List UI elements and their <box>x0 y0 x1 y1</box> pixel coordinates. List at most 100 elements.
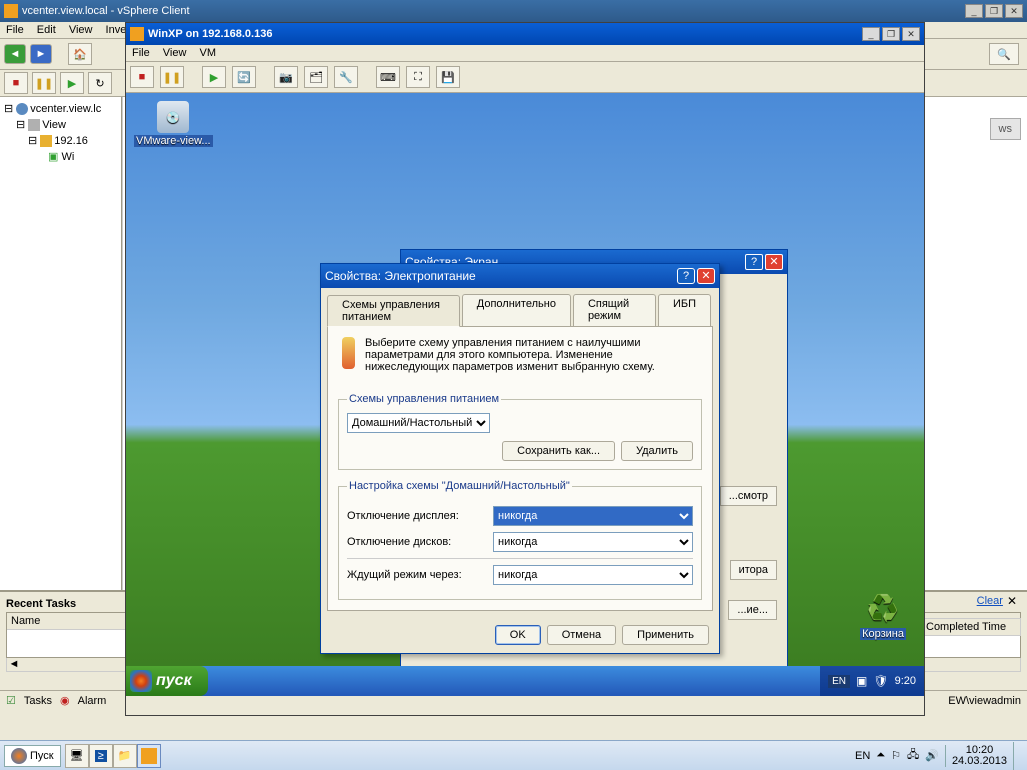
host-clock-time[interactable]: 10:20 <box>952 745 1007 756</box>
vm-play-button[interactable]: ▶ <box>60 72 84 94</box>
tree-vcenter[interactable]: vcenter.view.lc <box>30 103 101 115</box>
tray-network-icon[interactable]: 🖧 <box>907 746 919 765</box>
vm-menu-vm[interactable]: VM <box>200 47 217 59</box>
vm-close-button[interactable]: ✕ <box>902 27 920 41</box>
console-floppy-icon[interactable]: 💾 <box>436 66 460 88</box>
display-close-button[interactable]: ✕ <box>765 254 783 270</box>
main-close-button[interactable]: ✕ <box>1005 4 1023 18</box>
delete-button[interactable]: Удалить <box>621 441 693 461</box>
console-revert-icon[interactable]: 🔧 <box>334 66 358 88</box>
display-help-button[interactable]: ? <box>745 254 763 270</box>
display-settings-button[interactable]: ...ие... <box>728 600 777 620</box>
display-preview-button[interactable]: ...смотр <box>720 486 777 506</box>
recycle-bin-label: Корзина <box>860 628 906 640</box>
vm-reset-button[interactable]: ↻ <box>88 72 112 94</box>
schemes-legend: Схемы управления питанием <box>347 393 501 405</box>
vm-menubar: File View VM <box>126 45 924 62</box>
desktop-icon-label: VMware-view... <box>134 135 213 147</box>
apply-button[interactable]: Применить <box>622 625 709 645</box>
console-reset-icon[interactable]: 🔄 <box>232 66 256 88</box>
search-input[interactable]: 🔍 <box>989 43 1019 65</box>
vm-console-window: WinXP on 192.168.0.136 _ ❐ ✕ File View V… <box>125 22 925 716</box>
tray-sound-icon[interactable]: 🔊 <box>925 749 939 762</box>
vm-menu-file[interactable]: File <box>132 47 150 59</box>
tab-stub[interactable]: ws <box>990 118 1021 140</box>
recycle-bin-icon: ♻️ <box>865 590 901 626</box>
tree-vm[interactable]: Wi <box>61 151 74 163</box>
scheme-select[interactable]: Домашний/Настольный <box>347 413 490 433</box>
xp-lang-indicator[interactable]: EN <box>828 675 850 688</box>
menu-view[interactable]: View <box>69 24 93 36</box>
tray-flag-icon[interactable]: ⚐ <box>891 749 901 762</box>
label-standby: Ждущий режим через: <box>347 569 487 581</box>
tab-ups[interactable]: ИБП <box>658 294 711 326</box>
host-taskbar: Пуск 🖥 ≥ 📁 EN ⏶ ⚐ 🖧 🔊 10:20 24.03.2013 <box>0 740 1027 770</box>
main-restore-button[interactable]: ❐ <box>985 4 1003 18</box>
vm-titlebar[interactable]: WinXP on 192.168.0.136 _ ❐ ✕ <box>126 23 924 45</box>
ok-button[interactable]: OK <box>495 625 541 645</box>
console-stop-button[interactable]: ■ <box>130 66 154 88</box>
standby-select[interactable]: никогда <box>493 565 693 585</box>
vm-pause-button[interactable]: ❚❚ <box>32 72 56 94</box>
desktop-icon-vmware-view[interactable]: 💿 VMware-view... <box>134 101 213 147</box>
close-x-small[interactable]: ✕ <box>1007 594 1017 608</box>
disks-off-select[interactable]: никогда <box>493 532 693 552</box>
status-tasks[interactable]: Tasks <box>24 695 52 707</box>
taskbar-explorer-icon[interactable]: 📁 <box>113 744 137 768</box>
datacenter-icon <box>28 119 40 131</box>
vm-toolbar: ■ ❚❚ ▶ 🔄 📷 🗂 🔧 ⌨ ⛶ 💾 <box>126 62 924 93</box>
show-desktop-button[interactable] <box>1013 742 1021 770</box>
inventory-tree[interactable]: ⊟ vcenter.view.lc ⊟ View ⊟ 192.16 ▣ Wi <box>0 97 122 622</box>
console-manage-icon[interactable]: 🗂 <box>304 66 328 88</box>
nav-back-button[interactable]: ◄ <box>4 44 26 64</box>
tab-advanced[interactable]: Дополнительно <box>462 294 571 326</box>
console-fullscreen-icon[interactable]: ⛶ <box>406 66 430 88</box>
console-cad-icon[interactable]: ⌨ <box>376 66 400 88</box>
display-off-select[interactable]: никогда <box>493 506 693 526</box>
save-as-button[interactable]: Сохранить как... <box>502 441 615 461</box>
home-button[interactable]: 🏠 <box>68 43 92 65</box>
globe-icon <box>16 103 28 115</box>
tray-customize-icon[interactable]: ⏶ <box>876 749 885 762</box>
vm-menu-view[interactable]: View <box>163 47 187 59</box>
main-minimize-button[interactable]: _ <box>965 4 983 18</box>
recycle-bin[interactable]: ♻️ Корзина <box>860 590 906 640</box>
xp-start-button[interactable]: пуск <box>126 666 208 696</box>
tray-vmtools-icon[interactable]: ▣ <box>856 674 867 688</box>
menu-edit[interactable]: Edit <box>37 24 56 36</box>
host-lang-indicator[interactable]: EN <box>855 750 870 762</box>
tab-hibernate[interactable]: Спящий режим <box>573 294 656 326</box>
vsphere-icon <box>4 4 18 18</box>
tray-shield-icon[interactable]: 🛡 <box>873 674 888 688</box>
vm-stop-button[interactable]: ■ <box>4 72 28 94</box>
host-start-button[interactable]: Пуск <box>4 745 61 767</box>
cancel-button[interactable]: Отмена <box>547 625 616 645</box>
xp-clock[interactable]: 9:20 <box>895 675 916 687</box>
installer-icon: 💿 <box>157 101 189 133</box>
label-disks-off: Отключение дисков: <box>347 536 487 548</box>
power-help-button[interactable]: ? <box>677 268 695 284</box>
tree-datacenter[interactable]: View <box>42 119 66 131</box>
console-play-button[interactable]: ▶ <box>202 66 226 88</box>
status-alarms[interactable]: Alarm <box>78 695 107 707</box>
vm-minimize-button[interactable]: _ <box>862 27 880 41</box>
clear-button[interactable]: Clear <box>977 595 1003 607</box>
taskbar-server-icon[interactable]: 🖥 <box>65 744 89 768</box>
menu-inventory[interactable]: Inve <box>106 24 127 36</box>
console-snapshot-icon[interactable]: 📷 <box>274 66 298 88</box>
taskbar-vsphere-running[interactable] <box>137 744 161 768</box>
menu-file[interactable]: File <box>6 24 24 36</box>
taskbar-powershell-icon[interactable]: ≥ <box>89 744 113 768</box>
vm-restore-button[interactable]: ❐ <box>882 27 900 41</box>
nav-fwd-button[interactable]: ► <box>30 44 52 64</box>
power-close-button[interactable]: ✕ <box>697 268 715 284</box>
console-pause-button[interactable]: ❚❚ <box>160 66 184 88</box>
xp-taskbar: пуск EN ▣ 🛡 9:20 <box>126 666 924 696</box>
xp-desktop[interactable]: 💿 VMware-view... Свойства: Экран ? ✕ ...… <box>126 93 924 696</box>
tab-power-schemes[interactable]: Схемы управления питанием <box>327 295 460 327</box>
host-clock-date[interactable]: 24.03.2013 <box>952 756 1007 767</box>
host-warning-icon <box>40 135 52 147</box>
tree-host[interactable]: 192.16 <box>54 135 88 147</box>
power-dialog-titlebar[interactable]: Свойства: Электропитание ? ✕ <box>321 264 719 288</box>
col-completed[interactable]: Completed Time <box>921 618 1021 636</box>
